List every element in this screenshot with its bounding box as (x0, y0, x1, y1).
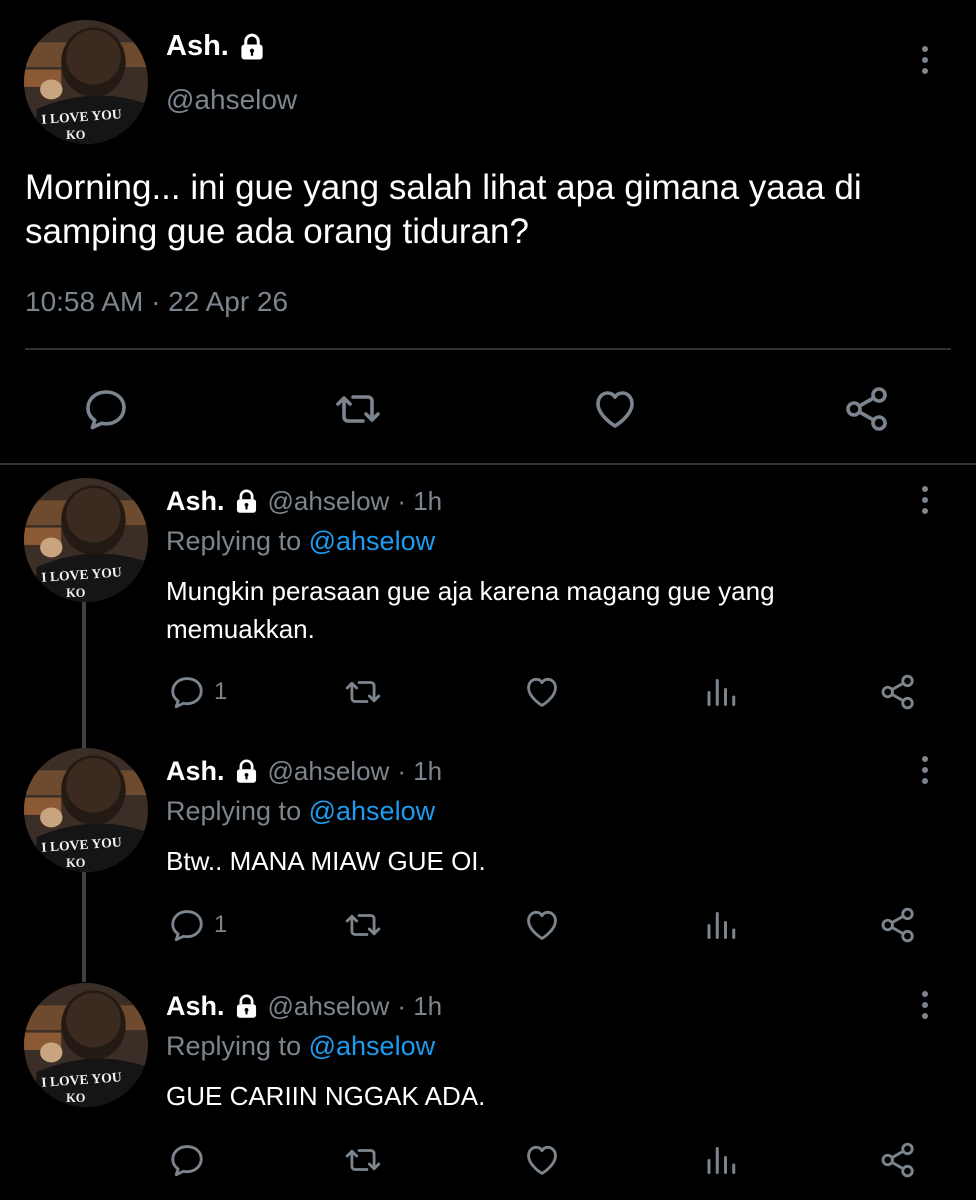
replying-handle[interactable]: @ahselow (309, 1031, 435, 1061)
tweet-time[interactable]: · 1h (397, 991, 442, 1022)
lock-icon (233, 993, 260, 1020)
tweet-text: Morning... ini gue yang salah lihat apa … (25, 168, 862, 251)
author-row: Ash. (166, 30, 267, 63)
tweet-text: Mungkin perasaan gue aja karena magang g… (166, 576, 775, 644)
tweet-text: Btw.. MANA MIAW GUE OI. (166, 846, 486, 876)
divider (25, 348, 951, 350)
more-icon[interactable] (917, 40, 933, 80)
author-name[interactable]: Ash. (166, 486, 225, 517)
avatar[interactable] (24, 478, 148, 602)
lock-icon (237, 32, 267, 62)
reply-count: 1 (214, 911, 228, 938)
replying-handle[interactable]: @ahselow (309, 526, 435, 556)
author-name[interactable]: Ash. (166, 756, 225, 787)
replying-label: Replying to (166, 526, 302, 556)
share-icon[interactable] (879, 673, 917, 711)
author-handle[interactable]: @ahselow (268, 486, 390, 517)
reply-button[interactable] (168, 1141, 214, 1179)
replying-to: Replying to @ahselow (166, 526, 435, 557)
avatar[interactable] (24, 748, 148, 872)
thread-line (82, 870, 86, 982)
retweet-icon[interactable] (344, 906, 382, 944)
author-row: Ash. @ahselow · 1h (166, 486, 442, 517)
reply-count: 1 (214, 678, 228, 705)
lock-icon (233, 758, 260, 785)
like-icon[interactable] (523, 1141, 561, 1179)
stats-icon[interactable] (703, 673, 739, 709)
more-icon[interactable] (917, 985, 933, 1025)
reply-icon (168, 1141, 206, 1179)
tweet-time[interactable]: · 1h (397, 756, 442, 787)
like-icon[interactable] (523, 906, 561, 944)
like-icon[interactable] (523, 673, 561, 711)
share-icon[interactable] (879, 1141, 917, 1179)
retweet-icon[interactable] (334, 385, 382, 433)
timestamp[interactable]: 10:58 AM · 22 Apr 26 (25, 286, 288, 318)
lock-icon (233, 488, 260, 515)
share-icon[interactable] (843, 385, 891, 433)
reply-icon[interactable] (82, 385, 130, 433)
thread-line (82, 600, 86, 748)
author-row: Ash. @ahselow · 1h (166, 991, 442, 1022)
replying-label: Replying to (166, 1031, 302, 1061)
reply-button[interactable]: 1 (168, 906, 227, 944)
stats-icon[interactable] (703, 1141, 739, 1177)
reply-icon (168, 906, 206, 944)
divider (0, 463, 976, 465)
avatar[interactable] (24, 20, 148, 144)
author-handle[interactable]: @ahselow (268, 756, 390, 787)
tweet-text: GUE CARIIN NGGAK ADA. (166, 1081, 486, 1111)
author-name[interactable]: Ash. (166, 30, 229, 63)
more-icon[interactable] (917, 480, 933, 520)
author-row: Ash. @ahselow · 1h (166, 756, 442, 787)
replying-handle[interactable]: @ahselow (309, 796, 435, 826)
stats-icon[interactable] (703, 906, 739, 942)
tweet-time[interactable]: · 1h (397, 486, 442, 517)
reply-icon (168, 673, 206, 711)
replying-to: Replying to @ahselow (166, 796, 435, 827)
like-icon[interactable] (591, 385, 639, 433)
more-icon[interactable] (917, 750, 933, 790)
share-icon[interactable] (879, 906, 917, 944)
author-name[interactable]: Ash. (166, 991, 225, 1022)
replying-label: Replying to (166, 796, 302, 826)
author-handle[interactable]: @ahselow (166, 84, 297, 116)
retweet-icon[interactable] (344, 673, 382, 711)
reply-button[interactable]: 1 (168, 673, 227, 711)
author-handle[interactable]: @ahselow (268, 991, 390, 1022)
replying-to: Replying to @ahselow (166, 1031, 435, 1062)
retweet-icon[interactable] (344, 1141, 382, 1179)
avatar[interactable] (24, 983, 148, 1107)
